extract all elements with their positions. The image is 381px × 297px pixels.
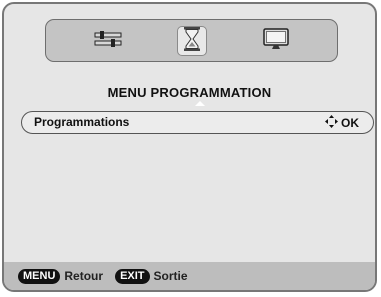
tv-screen-icon (263, 27, 289, 55)
ok-label: OK (341, 116, 359, 130)
settings-sliders-icon (94, 30, 122, 52)
category-settings[interactable] (93, 26, 123, 56)
menu-key-badge: MENU (18, 268, 61, 284)
four-way-arrow-icon (325, 115, 338, 131)
footer-hint-bar: MENU Retour EXIT Sortie (4, 262, 375, 290)
menu-title: MENU PROGRAMMATION (107, 85, 272, 100)
menu-item-action: OK (325, 115, 359, 131)
category-display[interactable] (261, 26, 291, 56)
category-timer[interactable] (177, 26, 207, 56)
exit-key-badge: EXIT (115, 268, 150, 284)
sortie-label: Sortie (153, 269, 188, 283)
menu-category-bar (45, 19, 338, 62)
retour-label: Retour (64, 269, 104, 283)
title-pointer-arrow (195, 101, 205, 106)
tv-osd-screen: MENU PROGRAMMATION Programmations OK MEN… (2, 2, 377, 292)
menu-item-programmations[interactable]: Programmations OK (21, 111, 374, 134)
menu-item-label: Programmations (34, 115, 130, 129)
hourglass-icon (182, 26, 202, 57)
